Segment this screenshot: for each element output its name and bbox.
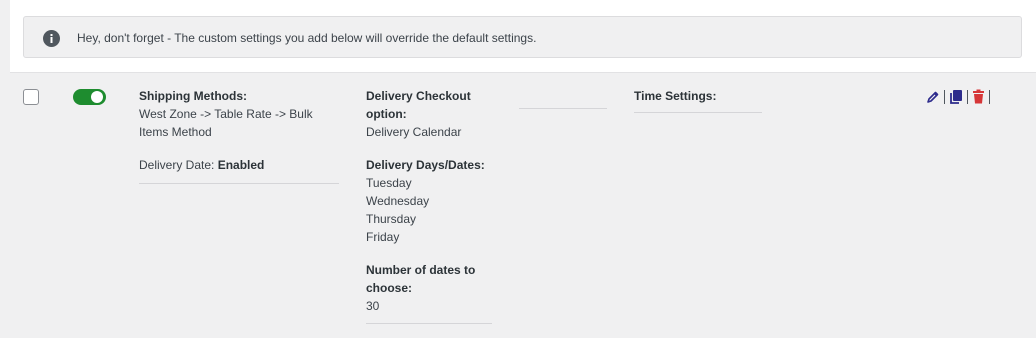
column-divider (366, 323, 492, 324)
delivery-checkout-column: Delivery Checkout option: Delivery Calen… (366, 87, 492, 324)
delivery-days-label: Delivery Days/Dates: (366, 158, 485, 172)
delivery-day-item: Thursday (366, 212, 417, 226)
delivery-day-item: Tuesday (366, 176, 412, 190)
shipping-methods-value-line2: Items Method (139, 125, 212, 139)
action-separator (989, 89, 990, 104)
row-select-checkbox[interactable] (23, 89, 39, 105)
number-of-dates-value: 30 (366, 299, 380, 313)
delivery-date-value: Enabled (217, 158, 265, 172)
notice-banner: Hey, don't forget - The custom settings … (23, 16, 1022, 58)
checkout-option-label-line2: option: (366, 107, 407, 121)
column-divider (634, 112, 762, 113)
toggle-knob (91, 91, 103, 103)
action-separator (967, 89, 968, 104)
delivery-date-label: Delivery Date: (139, 158, 215, 172)
action-separator (944, 89, 945, 104)
trash-icon[interactable] (972, 89, 985, 104)
custom-setting-row: Shipping Methods: West Zone -> Table Rat… (10, 72, 1036, 338)
delivery-day-item: Friday (366, 230, 400, 244)
delivery-day-item: Wednesday (366, 194, 430, 208)
time-settings-column: Time Settings: (634, 87, 762, 113)
delivery-date-status: Delivery Date: Enabled (139, 156, 339, 174)
info-icon (43, 30, 60, 47)
shipping-methods-value-line1: West Zone -> Table Rate -> Bulk (139, 107, 313, 121)
pencil-icon[interactable] (926, 90, 940, 104)
column-divider (519, 108, 607, 109)
shipping-methods-column: Shipping Methods: West Zone -> Table Rat… (139, 87, 339, 184)
enable-toggle[interactable] (73, 89, 106, 105)
number-of-dates-label-line2: choose: (366, 281, 413, 295)
left-admin-strip (0, 0, 10, 338)
time-settings-label: Time Settings: (634, 89, 717, 103)
number-of-dates-label-line1: Number of dates to (366, 263, 476, 277)
row-actions (926, 88, 994, 105)
checkout-option-label-line1: Delivery Checkout (366, 89, 471, 103)
notice-text: Hey, don't forget - The custom settings … (77, 31, 537, 45)
empty-column (519, 87, 607, 109)
column-divider (139, 183, 339, 184)
checkout-option-value: Delivery Calendar (366, 125, 462, 139)
shipping-methods-label: Shipping Methods: (139, 89, 247, 103)
copy-icon[interactable] (949, 89, 963, 104)
